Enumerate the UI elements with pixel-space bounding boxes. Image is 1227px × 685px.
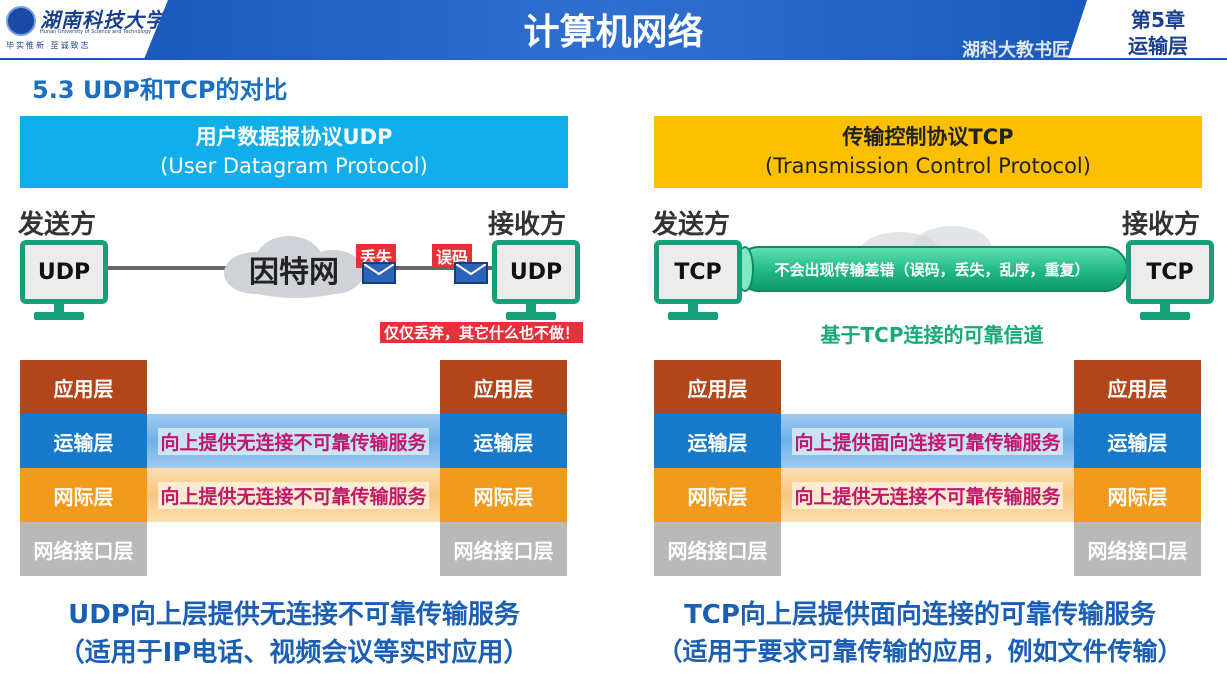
udp-network-service: 向上提供无连接不可靠传输服务: [158, 481, 429, 509]
tcp-network-band: 向上提供无连接不可靠传输服务: [781, 468, 1074, 522]
udp-right-link-layer: 网络接口层: [440, 522, 567, 576]
monitor-base: [1140, 312, 1190, 320]
udp-sender-label: 发送方: [18, 210, 97, 240]
chapter-name: 运输层: [1128, 34, 1188, 58]
tcp-banner: 传输控制协议TCP (Transmission Control Protocol…: [654, 116, 1202, 188]
envelope-icon: [363, 263, 395, 276]
drop-note: 仅仅丢弃，其它什么也不做！: [380, 322, 584, 343]
udp-left-network-layer: 网际层: [20, 468, 147, 522]
monitor-base: [668, 312, 718, 320]
udp-network-band: 向上提供无连接不可靠传输服务: [147, 468, 440, 522]
tcp-right-network-layer: 网际层: [1074, 468, 1201, 522]
tcp-transport-service: 向上提供面向连接可靠传输服务: [792, 427, 1063, 455]
chapter-number: 第5章: [1131, 8, 1185, 32]
monitor-stand: [526, 304, 536, 312]
udp-receiver-computer: UDP: [492, 240, 580, 320]
tcp-receiver-computer: TCP: [1126, 240, 1214, 320]
tcp-transport-band: 向上提供面向连接可靠传输服务: [781, 414, 1074, 468]
udp-left-application-layer: 应用层: [20, 360, 147, 414]
pc-protocol-label: TCP: [1146, 259, 1194, 285]
tcp-channel-label: 基于TCP连接的可靠信道: [820, 322, 1044, 347]
monitor-base: [506, 312, 556, 320]
monitor-stand: [688, 304, 698, 312]
tcp-sender-label: 发送方: [652, 210, 731, 240]
tcp-banner-subtitle: (Transmission Control Protocol): [765, 154, 1091, 178]
tcp-left-network-layer: 网际层: [654, 468, 781, 522]
tcp-summary-note: （适用于要求可靠传输的应用，例如文件传输）: [657, 637, 1183, 666]
monitor-base: [34, 312, 84, 320]
monitor: TCP: [654, 240, 742, 304]
monitor-stand: [1160, 304, 1170, 312]
tcp-reliable-pipe: 不会出现传输差错（误码，丢失，乱序，重复）: [736, 246, 1128, 292]
udp-summary-note: （适用于IP电话、视频会议等实时应用）: [58, 638, 530, 668]
tcp-right-link-layer: 网络接口层: [1074, 522, 1201, 576]
udp-receiver-label: 接收方: [488, 210, 567, 240]
tcp-left-transport-layer: 运输层: [654, 414, 781, 468]
envelope-icon: [454, 262, 488, 284]
udp-transport-band: 向上提供无连接不可靠传输服务: [147, 414, 440, 468]
internet-label: 因特网: [249, 255, 339, 290]
tcp-network-service: 向上提供无连接不可靠传输服务: [792, 481, 1063, 509]
udp-right-transport-layer: 运输层: [440, 414, 567, 468]
monitor: UDP: [492, 240, 580, 304]
tcp-summary: TCP向上层提供面向连接的可靠传输服务: [684, 600, 1156, 630]
monitor-stand: [54, 304, 64, 312]
udp-banner-subtitle: (User Datagram Protocol): [160, 154, 428, 178]
tcp-left-application-layer: 应用层: [654, 360, 781, 414]
watermark: 湖科大教书匠: [962, 40, 1070, 61]
udp-banner: 用户数据报协议UDP (User Datagram Protocol): [20, 116, 568, 188]
envelope-icon: [362, 262, 396, 284]
tcp-pipe-text: 不会出现传输差错（误码，丢失，乱序，重复）: [774, 260, 1090, 279]
tcp-banner-title: 传输控制协议TCP: [842, 125, 1014, 149]
pc-protocol-label: TCP: [674, 259, 722, 285]
udp-sender-computer: UDP: [20, 240, 108, 320]
udp-right-application-layer: 应用层: [440, 360, 567, 414]
udp-summary: UDP向上层提供无连接不可靠传输服务: [68, 600, 520, 630]
udp-left-link-layer: 网络接口层: [20, 522, 147, 576]
udp-right-network-layer: 网际层: [440, 468, 567, 522]
envelope-icon: [455, 263, 487, 276]
internet-cloud: 因特网: [224, 236, 364, 298]
tcp-left-link-layer: 网络接口层: [654, 522, 781, 576]
udp-banner-title: 用户数据报协议UDP: [195, 125, 393, 149]
monitor: UDP: [20, 240, 108, 304]
pc-protocol-label: UDP: [37, 259, 91, 285]
monitor: TCP: [1126, 240, 1214, 304]
udp-left-transport-layer: 运输层: [20, 414, 147, 468]
pc-protocol-label: UDP: [509, 259, 563, 285]
tcp-right-transport-layer: 运输层: [1074, 414, 1201, 468]
tcp-right-application-layer: 应用层: [1074, 360, 1201, 414]
udp-transport-service: 向上提供无连接不可靠传输服务: [158, 427, 429, 455]
tcp-receiver-label: 接收方: [1122, 210, 1201, 240]
tcp-sender-computer: TCP: [654, 240, 742, 320]
section-title: 5.3 UDP和TCP的对比: [32, 76, 288, 104]
